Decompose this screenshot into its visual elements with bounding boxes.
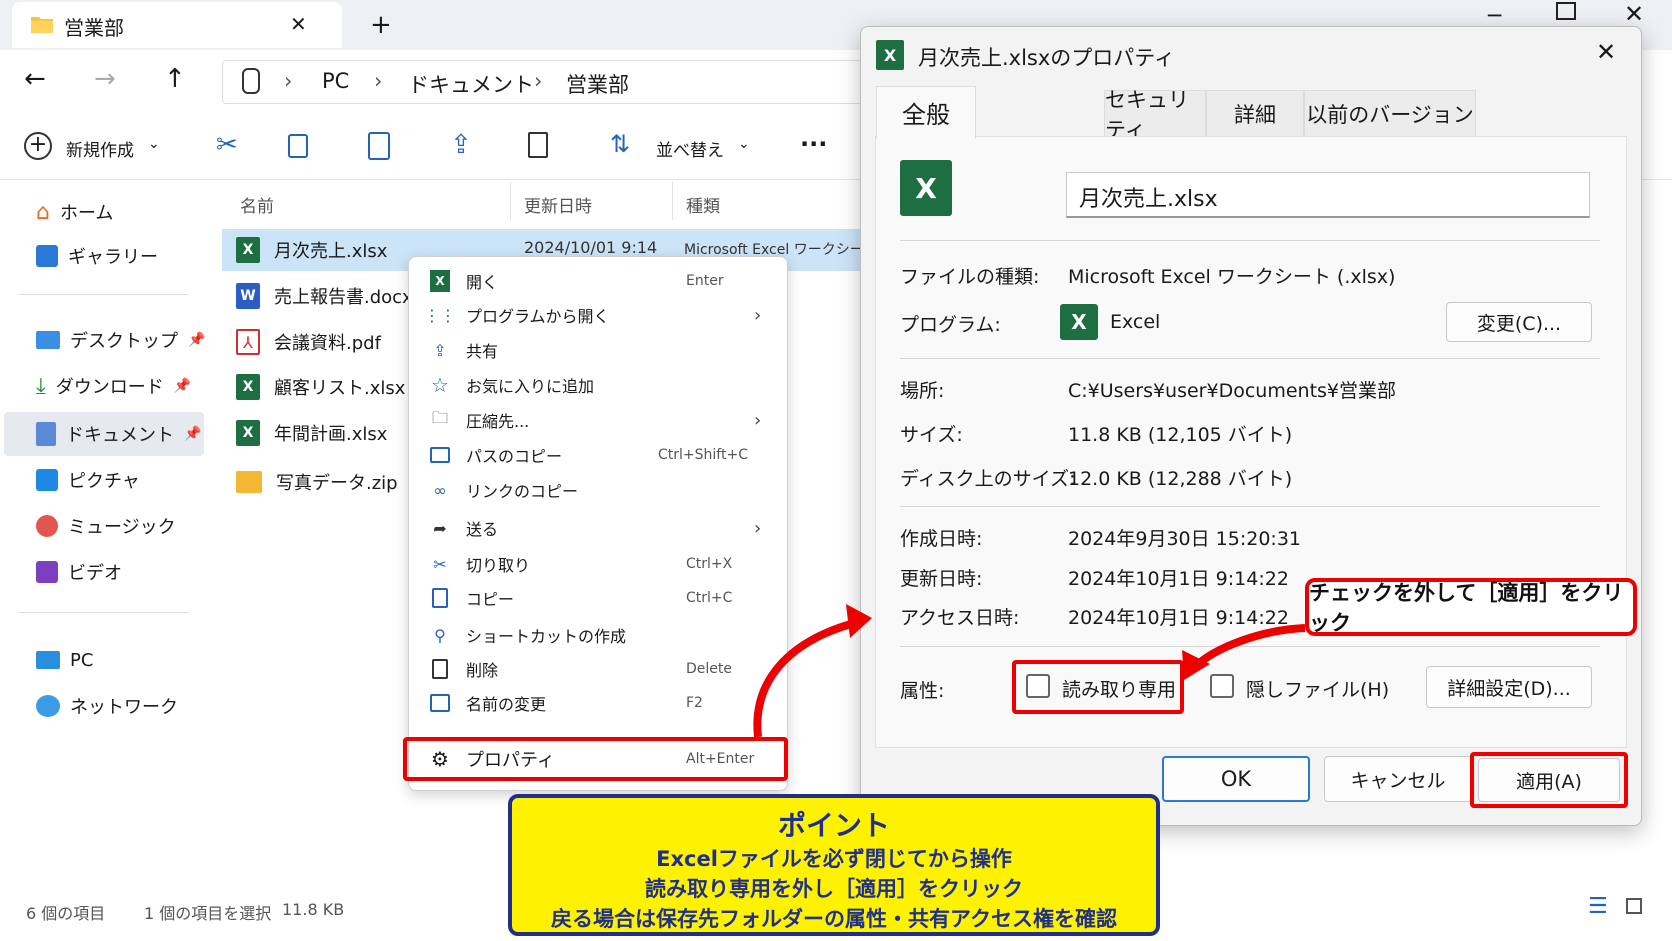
arrow-head-icon xyxy=(846,604,872,638)
arrow-to-dialog xyxy=(753,618,860,738)
point-title: ポイント xyxy=(777,809,890,842)
point-line: 読み取り専用を外し［適用］をクリック xyxy=(645,877,1023,901)
point-note-box: ポイント Excelファイルを必ず閉じてから操作 読み取り専用を外し［適用］をク… xyxy=(508,794,1160,936)
point-line: 戻る場合は保存先フォルダーの属性・共有アクセス権を確認 xyxy=(551,907,1117,931)
callout-uncheck-apply: チェックを外して［適用］をクリック xyxy=(1305,578,1637,636)
arrow-to-readonly xyxy=(1193,624,1306,670)
point-line: Excelファイルを必ず閉じてから操作 xyxy=(656,847,1012,871)
